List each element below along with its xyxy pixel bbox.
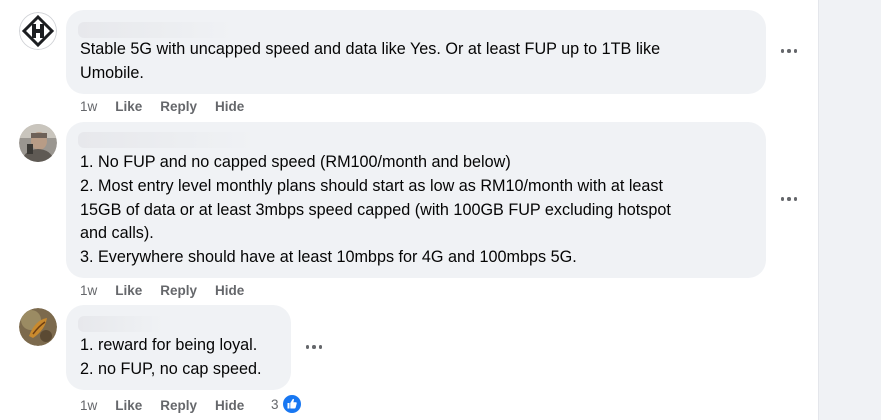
- comment-text-line: Stable 5G with uncapped speed and data l…: [80, 40, 661, 58]
- author-name[interactable]: [78, 132, 256, 148]
- reply-button[interactable]: Reply: [160, 398, 197, 413]
- reply-button[interactable]: Reply: [160, 99, 197, 114]
- more-options-button[interactable]: [774, 36, 804, 66]
- comment-bubble: 1. reward for being loyal. 2. no FUP, no…: [66, 305, 291, 390]
- like-button[interactable]: Like: [115, 99, 142, 114]
- hide-button[interactable]: Hide: [215, 398, 244, 413]
- comment-bubble: Stable 5G with uncapped speed and data l…: [66, 10, 766, 94]
- comment-text-line: 2. Most entry level monthly plans should…: [80, 177, 664, 195]
- comment-text-line: 15GB of data or at least 3mbps speed cap…: [80, 201, 671, 219]
- timestamp[interactable]: 1w: [80, 398, 97, 413]
- logo-avatar-icon: [19, 12, 57, 50]
- like-button[interactable]: Like: [115, 283, 142, 298]
- avatar[interactable]: [19, 124, 57, 162]
- like-button[interactable]: Like: [115, 398, 142, 413]
- more-options-button[interactable]: [774, 184, 804, 214]
- comment-text-line: 2. no FUP, no cap speed.: [80, 360, 262, 378]
- reaction-count[interactable]: 3: [271, 397, 279, 412]
- comment-bubble: 1. No FUP and no capped speed (RM100/mon…: [66, 122, 766, 278]
- more-options-button[interactable]: [299, 332, 329, 362]
- avatar[interactable]: [19, 308, 57, 346]
- timestamp[interactable]: 1w: [80, 99, 97, 114]
- comment-actions: 1w Like Reply Hide: [80, 281, 262, 299]
- hide-button[interactable]: Hide: [215, 99, 244, 114]
- timestamp[interactable]: 1w: [80, 283, 97, 298]
- comment-actions: 1w Like Reply Hide: [80, 396, 262, 414]
- profile-photo-icon: [19, 124, 57, 162]
- right-panel: [818, 0, 881, 420]
- comment-text-line: 1. No FUP and no capped speed (RM100/mon…: [80, 153, 511, 171]
- comment-text-line: Umobile.: [80, 64, 144, 82]
- author-name[interactable]: [78, 22, 234, 38]
- comment-text-line: 3. Everywhere should have at least 10mbp…: [80, 248, 577, 266]
- author-name[interactable]: [78, 316, 164, 332]
- comment-text-line: 1. reward for being loyal.: [80, 336, 258, 354]
- like-thumb-icon[interactable]: [281, 393, 303, 415]
- comment-text-line: and calls).: [80, 224, 154, 242]
- reply-button[interactable]: Reply: [160, 283, 197, 298]
- hide-button[interactable]: Hide: [215, 283, 244, 298]
- comment-actions: 1w Like Reply Hide: [80, 97, 262, 115]
- avatar[interactable]: [19, 12, 57, 50]
- profile-photo-icon: [19, 308, 57, 346]
